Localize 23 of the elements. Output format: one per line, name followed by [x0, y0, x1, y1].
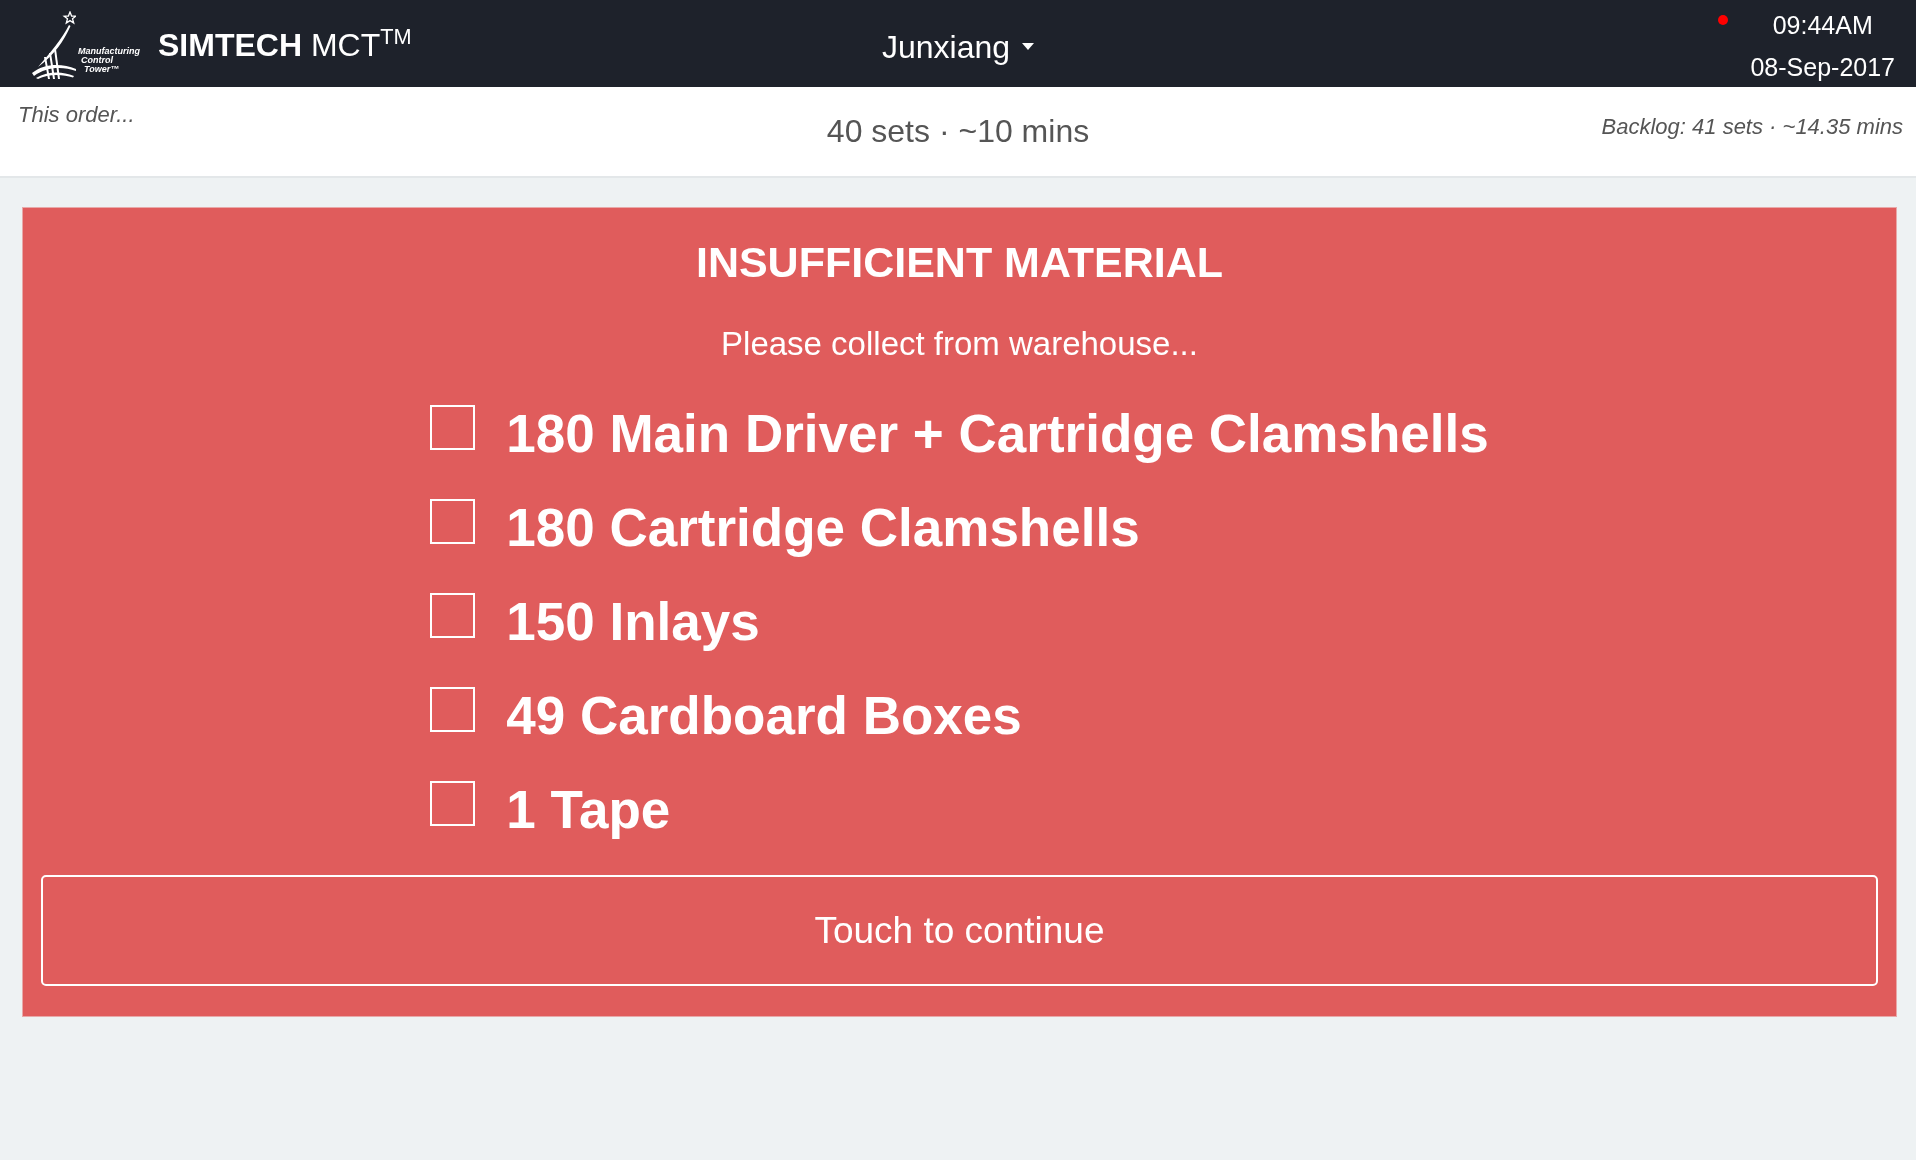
order-label: This order... [18, 101, 135, 129]
material-label: 1 Tape [506, 779, 671, 841]
star-swoosh-logo-icon [32, 10, 76, 79]
material-label: 49 Cardboard Boxes [506, 685, 1022, 747]
alert-message: Please collect from warehouse... [721, 324, 1198, 364]
backlog-summary: Backlog: 41 sets · ~14.35 mins [1601, 113, 1903, 141]
app-title: SIMTECH MCT$^{TM}$ [158, 28, 412, 61]
checkbox[interactable] [430, 405, 476, 450]
order-summary: 40 sets · ~10 mins [826, 112, 1090, 151]
clock-date: 08-Sep-2017 [1750, 52, 1895, 83]
checkbox[interactable] [430, 499, 476, 544]
caret-icon [1022, 43, 1035, 50]
checkbox[interactable] [430, 781, 476, 826]
continue-button[interactable]: Touch to continue [41, 875, 1878, 986]
logo-text: Manufacturing Control Tower™ [78, 46, 140, 74]
clock-time: 09:44AM [1772, 10, 1873, 41]
alert-title: INSUFFICIENT MATERIAL [695, 237, 1224, 288]
material-label: 150 Inlays [506, 591, 760, 653]
material-label: 180 Main Driver + Cartridge Clamshells [506, 403, 1489, 465]
checkbox[interactable] [430, 687, 476, 732]
user-menu-button[interactable]: Junxiang [881, 26, 1035, 67]
material-label: 180 Cartridge Clamshells [506, 497, 1140, 559]
checkbox[interactable] [430, 593, 476, 638]
